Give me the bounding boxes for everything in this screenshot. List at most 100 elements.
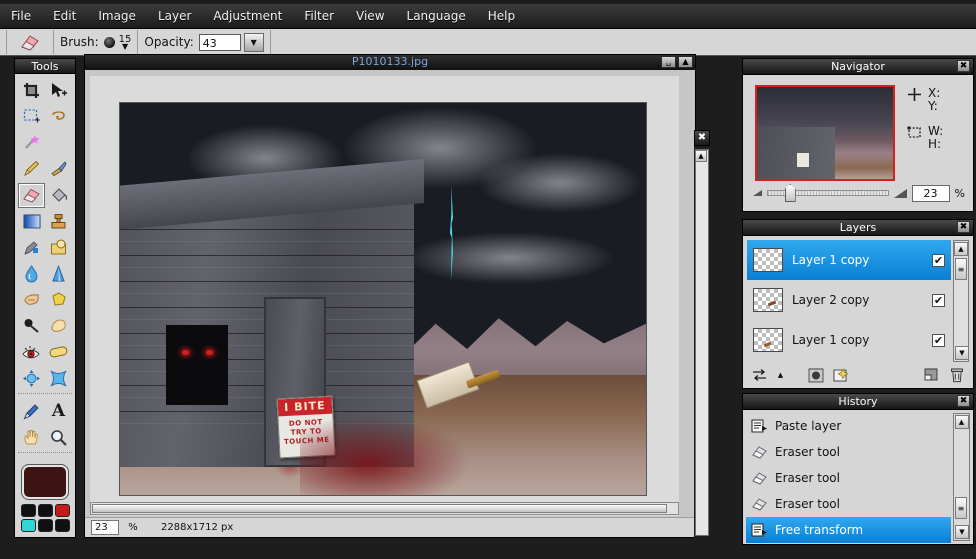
menu-item-adjustment[interactable]: Adjustment — [202, 6, 293, 26]
history-item[interactable]: Paste layer — [746, 413, 951, 439]
opacity-input[interactable]: 43 — [198, 33, 241, 51]
layers-scrollbar[interactable]: ▲ ≡ ▼ — [953, 240, 969, 362]
palette-swatch[interactable] — [37, 519, 53, 533]
vscroll-track[interactable] — [695, 149, 709, 536]
palette-swatch[interactable] — [54, 503, 70, 517]
history-scroll-up-button[interactable]: ▲ — [954, 415, 969, 429]
tool-zoom[interactable] — [45, 425, 72, 450]
blend-mode-arrow-button[interactable]: ▲ — [776, 367, 785, 383]
layer-visibility-checkbox[interactable]: ✔ — [932, 293, 945, 307]
layer-visibility-checkbox[interactable]: ✔ — [932, 333, 945, 347]
navigator-zoom-input[interactable]: 23 — [911, 184, 950, 202]
menu-item-file[interactable]: File — [0, 6, 42, 26]
layer-visibility-checkbox[interactable]: ✔ — [932, 253, 945, 267]
tool-pinch[interactable] — [45, 366, 72, 391]
tool-crop[interactable] — [18, 78, 45, 103]
zoom-out-icon[interactable] — [753, 190, 762, 196]
tool-pencil[interactable] — [18, 156, 45, 181]
tool-blur[interactable] — [18, 261, 45, 286]
primary-color-swatch[interactable] — [22, 464, 68, 499]
navigator-titlebar[interactable]: Navigator ✖ — [743, 59, 973, 75]
tool-text[interactable]: A — [45, 399, 72, 424]
workspace-vertical-scrollbar[interactable]: ✖ ▲ — [694, 130, 710, 538]
menu-item-edit[interactable]: Edit — [42, 6, 87, 26]
layers-scroll-up-button[interactable]: ▲ — [954, 242, 968, 256]
move-arrow-icon — [52, 83, 67, 97]
vscroll-up-button[interactable]: ▲ — [695, 150, 707, 162]
palette-swatch[interactable] — [20, 519, 36, 533]
tool-shape[interactable] — [45, 235, 72, 260]
palette-swatch[interactable] — [54, 519, 70, 533]
zoom-slider-handle[interactable] — [784, 184, 796, 202]
maximize-button[interactable]: ▲ — [678, 56, 693, 68]
history-scroll-thumb[interactable]: ≡ — [955, 497, 967, 519]
menu-item-filter[interactable]: Filter — [293, 6, 345, 26]
tool-lasso-select[interactable] — [45, 104, 72, 129]
tool-rectangle-select[interactable] — [18, 104, 45, 129]
zoom-slider-track[interactable] — [767, 184, 889, 202]
brush-shape-icon[interactable] — [103, 36, 115, 48]
tool-sharpen[interactable] — [45, 261, 72, 286]
canvas-viewport[interactable]: I BITE DO NOT TRY TO TOUCH ME — [90, 76, 679, 516]
layer-row[interactable]: Layer 1 copy ✔ — [747, 240, 951, 280]
menu-item-image[interactable]: Image — [87, 6, 147, 26]
image-canvas[interactable]: I BITE DO NOT TRY TO TOUCH ME — [119, 102, 647, 496]
palette-swatch[interactable] — [20, 503, 36, 517]
layer-row[interactable]: Layer 1 copy ✔ — [747, 320, 951, 360]
close-document-button[interactable]: ✖ — [694, 130, 710, 146]
tool-paint-bucket[interactable] — [45, 183, 72, 208]
tool-red-eye[interactable] — [18, 340, 45, 365]
layers-close-button[interactable]: ✖ — [957, 221, 970, 233]
menu-item-language[interactable]: Language — [396, 6, 477, 26]
red-eye-icon — [22, 345, 40, 358]
tool-clone-stamp[interactable] — [45, 209, 72, 234]
tool-magic-wand[interactable] — [18, 130, 45, 155]
history-close-button[interactable]: ✖ — [957, 395, 970, 407]
canvas-horizontal-scrollbar[interactable] — [90, 502, 679, 515]
navigator-close-button[interactable]: ✖ — [957, 60, 970, 72]
history-scroll-down-button[interactable]: ▼ — [955, 525, 969, 539]
new-layer-button[interactable] — [832, 367, 849, 383]
history-item[interactable]: Eraser tool — [746, 465, 951, 491]
scrollbar-thumb[interactable] — [92, 504, 667, 513]
duplicate-layer-button[interactable] — [923, 367, 940, 383]
brush-size-stepper[interactable]: 15 ▼ — [119, 34, 132, 50]
layers-titlebar[interactable]: Layers ✖ — [743, 220, 973, 236]
history-scrollbar[interactable]: ▲ ≡ ▼ — [953, 413, 970, 541]
menu-item-layer[interactable]: Layer — [147, 6, 202, 26]
palette-swatch[interactable] — [37, 503, 53, 517]
tool-pill[interactable] — [45, 340, 72, 365]
opacity-dropdown-button[interactable]: ▼ — [243, 32, 264, 52]
menu-item-help[interactable]: Help — [477, 6, 526, 26]
tool-warp[interactable] — [18, 366, 45, 391]
layer-name: Layer 1 copy — [792, 253, 870, 267]
tool-smudge[interactable] — [18, 235, 45, 260]
history-item[interactable]: Free transform — [746, 517, 951, 543]
layer-row[interactable]: Layer 2 copy ✔ — [747, 280, 951, 320]
tool-eraser[interactable] — [18, 182, 45, 208]
tool-blend[interactable] — [45, 313, 72, 338]
blend-mode-button[interactable] — [751, 367, 768, 383]
history-titlebar[interactable]: History ✖ — [743, 394, 973, 410]
zoom-in-icon[interactable] — [893, 188, 907, 198]
status-zoom-input[interactable]: 23 — [91, 520, 119, 535]
layers-scroll-down-button[interactable]: ▼ — [955, 346, 969, 360]
tool-eyedropper[interactable] — [18, 399, 45, 424]
layers-scroll-thumb[interactable]: ≡ — [955, 258, 967, 280]
delete-layer-button[interactable] — [948, 367, 965, 383]
tool-move[interactable] — [45, 78, 72, 103]
document-titlebar[interactable]: P1010133.jpg ␣ ▲ — [85, 55, 695, 70]
tool-dodge[interactable] — [18, 287, 45, 312]
minimize-button[interactable]: ␣ — [661, 56, 676, 68]
history-item[interactable]: Eraser tool — [746, 491, 951, 517]
menu-item-view[interactable]: View — [345, 6, 395, 26]
tool-hand[interactable] — [18, 425, 45, 450]
history-item[interactable]: Eraser tool — [746, 439, 951, 465]
tool-gradient[interactable] — [18, 209, 45, 234]
options-divider-3 — [137, 30, 139, 54]
tool-burn[interactable] — [18, 313, 45, 338]
tool-brush[interactable] — [45, 156, 72, 181]
layer-mask-button[interactable] — [807, 367, 824, 383]
navigator-thumbnail[interactable] — [755, 85, 895, 181]
tool-sponge[interactable] — [45, 287, 72, 312]
